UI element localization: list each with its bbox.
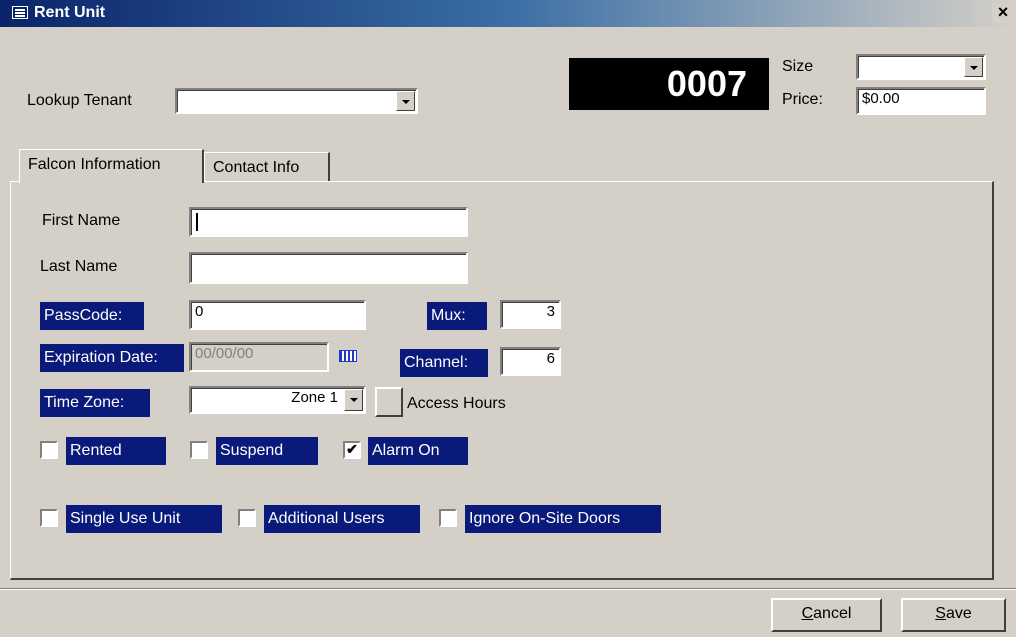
save-button[interactable]: Save <box>901 598 1006 632</box>
calendar-grid <box>339 350 357 362</box>
suspend-checkbox[interactable] <box>190 441 208 459</box>
dropdown-arrow-icon[interactable] <box>964 57 983 77</box>
single-use-unit-label: Single Use Unit <box>66 505 222 533</box>
footer-divider <box>0 588 1016 590</box>
last-name-input[interactable] <box>189 252 468 284</box>
additional-users-label: Additional Users <box>264 505 420 533</box>
cancel-button[interactable]: Cancel <box>771 598 882 632</box>
mux-input[interactable]: 3 <box>500 300 561 329</box>
alarm-on-label: Alarm On <box>368 437 468 465</box>
ignore-on-site-doors-label: Ignore On-Site Doors <box>465 505 661 533</box>
window-title: Rent Unit <box>34 4 106 21</box>
lookup-tenant-label: Lookup Tenant <box>27 92 132 109</box>
channel-label: Channel: <box>400 349 488 377</box>
form-icon <box>12 6 28 19</box>
time-zone-value: Zone 1 <box>291 389 338 406</box>
save-label: ave <box>945 605 972 622</box>
access-hours-label: Access Hours <box>407 395 506 412</box>
alarm-on-checkbox[interactable]: ✔ <box>343 441 361 459</box>
additional-users-checkbox[interactable] <box>238 509 256 527</box>
dropdown-arrow-icon[interactable] <box>396 91 415 111</box>
suspend-label: Suspend <box>216 437 318 465</box>
rented-checkbox[interactable] <box>40 441 58 459</box>
check-mark-icon: ✔ <box>346 441 358 457</box>
lookup-tenant-dropdown[interactable] <box>175 88 418 114</box>
close-icon[interactable]: × <box>992 3 1014 23</box>
passcode-label: PassCode: <box>40 302 144 330</box>
tab-contact-info[interactable]: Contact Info <box>204 152 330 182</box>
text-cursor <box>196 213 198 231</box>
first-name-input[interactable] <box>189 207 468 237</box>
time-zone-dropdown[interactable]: Zone 1 <box>189 386 366 414</box>
cancel-mnemonic: C <box>801 605 814 622</box>
time-zone-label: Time Zone: <box>40 389 150 417</box>
mux-label: Mux: <box>427 302 487 330</box>
price-input[interactable]: $0.00 <box>856 87 986 115</box>
last-name-label: Last Name <box>40 258 118 275</box>
size-label: Size <box>782 58 814 75</box>
expiration-date-label: Expiration Date: <box>40 344 184 372</box>
ignore-on-site-doors-checkbox[interactable] <box>439 509 457 527</box>
first-name-label: First Name <box>42 212 121 229</box>
expiration-date-input[interactable]: 00/00/00 <box>189 342 329 372</box>
passcode-input[interactable]: 0 <box>189 300 366 330</box>
calendar-icon[interactable] <box>335 345 361 367</box>
channel-input[interactable]: 6 <box>500 347 561 376</box>
rented-label: Rented <box>66 437 166 465</box>
dropdown-arrow-icon[interactable] <box>344 389 363 411</box>
save-mnemonic: S <box>935 605 946 622</box>
title-bar: Rent Unit × <box>0 0 1016 27</box>
access-hours-button[interactable] <box>375 387 403 417</box>
price-label: Price: <box>782 91 823 108</box>
single-use-unit-checkbox[interactable] <box>40 509 58 527</box>
unit-number-display: 0007 <box>569 58 769 110</box>
cancel-label: ancel <box>813 605 852 622</box>
tab-falcon-information[interactable]: Falcon Information <box>19 149 204 183</box>
size-dropdown[interactable] <box>856 54 986 80</box>
